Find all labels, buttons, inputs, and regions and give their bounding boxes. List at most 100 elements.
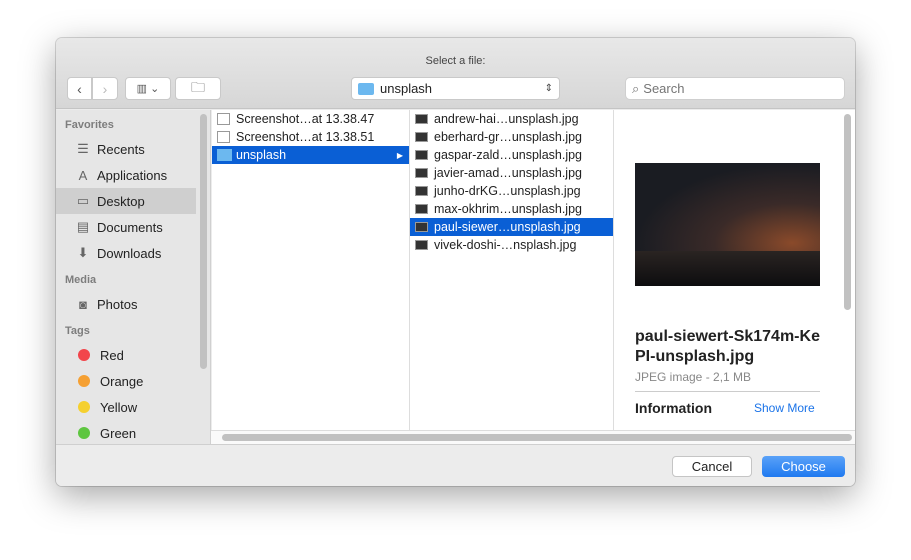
file-row[interactable]: max-okhrim…unsplash.jpg: [410, 200, 613, 218]
media-header: Media: [65, 274, 97, 286]
toolbar: Select a file: ‹ › ▥ ⌄ 🗀 unsplash ⇕ ⌕: [56, 38, 855, 109]
dialog-title: Select a file:: [425, 55, 486, 67]
file-name: Screenshot…at 13.38.47: [236, 112, 375, 126]
documents-icon: ▤: [76, 219, 90, 234]
column-desktop: Screenshot…at 13.38.47 Screenshot…at 13.3…: [212, 110, 410, 430]
sidebar-item-photos[interactable]: ◙ Photos: [56, 291, 210, 317]
preview-scrollbar[interactable]: [844, 114, 851, 310]
applications-icon: A: [78, 167, 88, 183]
sidebar: Favorites ☰ Recents A Applications ▭ Desktop ▤…: [56, 110, 211, 444]
preview-kind: JPEG image - 2,1 MB: [635, 370, 752, 384]
file-row[interactable]: junho-drKG…unsplash.jpg: [410, 182, 613, 200]
desktop-icon: ▭: [76, 193, 90, 208]
sidebar-item-downloads[interactable]: ⬇ Downloads: [56, 240, 210, 266]
chevron-right-icon: ›: [102, 80, 108, 97]
preview-filename: paul-siewert-Sk174m-KePI-unsplash.jpg: [635, 328, 820, 365]
sidebar-item-label: Green: [100, 425, 137, 441]
screenshot-file-icon: [217, 113, 230, 125]
image-thumbnail-icon: [415, 150, 428, 160]
updown-chevron-icon: ⇕: [544, 83, 553, 94]
sidebar-item-desktop[interactable]: ▭ Desktop: [56, 188, 196, 214]
image-thumbnail-icon: [415, 240, 428, 250]
file-row[interactable]: Screenshot…at 13.38.51: [212, 128, 409, 146]
sidebar-item-label: Orange: [100, 373, 144, 389]
image-thumbnail-icon: [415, 222, 428, 232]
new-folder-icon: 🗀: [191, 78, 205, 95]
file-row[interactable]: vivek-doshi-…nsplash.jpg: [410, 236, 613, 254]
file-name: eberhard-gr…unsplash.jpg: [434, 130, 583, 144]
screenshot-file-icon: [217, 131, 230, 143]
sidebar-item-label: Photos: [97, 296, 138, 312]
sidebar-item-yellow[interactable]: Yellow: [56, 394, 210, 420]
photos-icon: ◙: [79, 296, 87, 312]
disclosure-arrow-icon: ▶: [396, 150, 403, 160]
file-dialog: Select a file: ‹ › ▥ ⌄ 🗀 unsplash ⇕ ⌕ Fa…: [56, 38, 855, 486]
red-tag-icon: [78, 349, 90, 361]
footer: Cancel Choose: [56, 444, 855, 486]
file-name: andrew-hai…unsplash.jpg: [434, 112, 579, 126]
forward-button[interactable]: ›: [92, 77, 118, 100]
horizontal-scrollbar[interactable]: [211, 430, 855, 444]
sidebar-item-red[interactable]: Red: [56, 342, 210, 368]
file-name: paul-siewer…unsplash.jpg: [434, 220, 581, 234]
view-mode-button[interactable]: ▥ ⌄: [125, 77, 171, 100]
information-header: Information: [635, 400, 712, 416]
sidebar-item-label: Applications: [97, 167, 168, 183]
file-row[interactable]: javier-amad…unsplash.jpg: [410, 164, 613, 182]
sidebar-item-label: Desktop: [97, 193, 145, 209]
file-name: max-okhrim…unsplash.jpg: [434, 202, 582, 216]
sidebar-item-label: Documents: [97, 219, 163, 235]
search-input[interactable]: [643, 81, 824, 96]
folder-icon: [358, 82, 374, 95]
file-row[interactable]: paul-siewer…unsplash.jpg: [410, 218, 613, 236]
sidebar-item-label: Yellow: [100, 399, 138, 415]
search-icon: ⌕: [632, 80, 640, 96]
preview-pane: paul-siewert-Sk174m-KePI-unsplash.jpg JP…: [614, 110, 855, 430]
sidebar-item-documents[interactable]: ▤ Documents: [56, 214, 210, 240]
file-row[interactable]: gaspar-zald…unsplash.jpg: [410, 146, 613, 164]
file-row[interactable]: eberhard-gr…unsplash.jpg: [410, 128, 613, 146]
sidebar-item-recents[interactable]: ☰ Recents: [56, 136, 210, 162]
image-thumbnail-icon: [415, 132, 428, 142]
cancel-button[interactable]: Cancel: [672, 456, 752, 477]
file-name: gaspar-zald…unsplash.jpg: [434, 148, 583, 162]
location-label: unsplash: [380, 81, 433, 96]
file-name: vivek-doshi-…nsplash.jpg: [434, 238, 577, 252]
file-row[interactable]: unsplash ▶: [212, 146, 409, 164]
sidebar-item-label: Recents: [97, 141, 145, 157]
preview-image: [635, 163, 820, 286]
show-more-link[interactable]: Show More: [754, 401, 815, 415]
image-thumbnail-icon: [415, 186, 428, 196]
sidebar-item-orange[interactable]: Orange: [56, 368, 210, 394]
chevron-left-icon: ‹: [77, 80, 82, 97]
file-name: Screenshot…at 13.38.51: [236, 130, 375, 144]
sidebar-item-applications[interactable]: A Applications: [56, 162, 210, 188]
image-thumbnail-icon: [415, 114, 428, 124]
sidebar-scrollbar[interactable]: [200, 114, 207, 369]
folder-icon: [217, 149, 232, 161]
image-thumbnail-icon: [415, 204, 428, 214]
downloads-icon: ⬇: [77, 245, 89, 260]
favorites-header: Favorites: [65, 119, 114, 131]
new-folder-button[interactable]: 🗀: [175, 77, 221, 100]
file-name: junho-drKG…unsplash.jpg: [434, 184, 581, 198]
recents-icon: ☰: [77, 141, 89, 156]
columns-view-icon: ▥ ⌄: [136, 83, 160, 95]
file-row[interactable]: andrew-hai…unsplash.jpg: [410, 110, 613, 128]
file-name: unsplash: [236, 148, 287, 162]
location-popup[interactable]: unsplash ⇕: [351, 77, 560, 100]
sidebar-item-green[interactable]: Green: [56, 420, 210, 446]
sidebar-item-label: Red: [100, 347, 124, 363]
orange-tag-icon: [78, 375, 90, 387]
green-tag-icon: [78, 427, 90, 439]
choose-button[interactable]: Choose: [762, 456, 845, 477]
file-name: javier-amad…unsplash.jpg: [434, 166, 582, 180]
column-unsplash: andrew-hai…unsplash.jpg eberhard-gr…unspl…: [410, 110, 614, 430]
yellow-tag-icon: [78, 401, 90, 413]
search-field[interactable]: ⌕: [625, 77, 845, 100]
back-button[interactable]: ‹: [67, 77, 92, 100]
tags-header: Tags: [65, 325, 90, 337]
file-row[interactable]: Screenshot…at 13.38.47: [212, 110, 409, 128]
sidebar-item-label: Downloads: [97, 245, 162, 261]
image-thumbnail-icon: [415, 168, 428, 178]
